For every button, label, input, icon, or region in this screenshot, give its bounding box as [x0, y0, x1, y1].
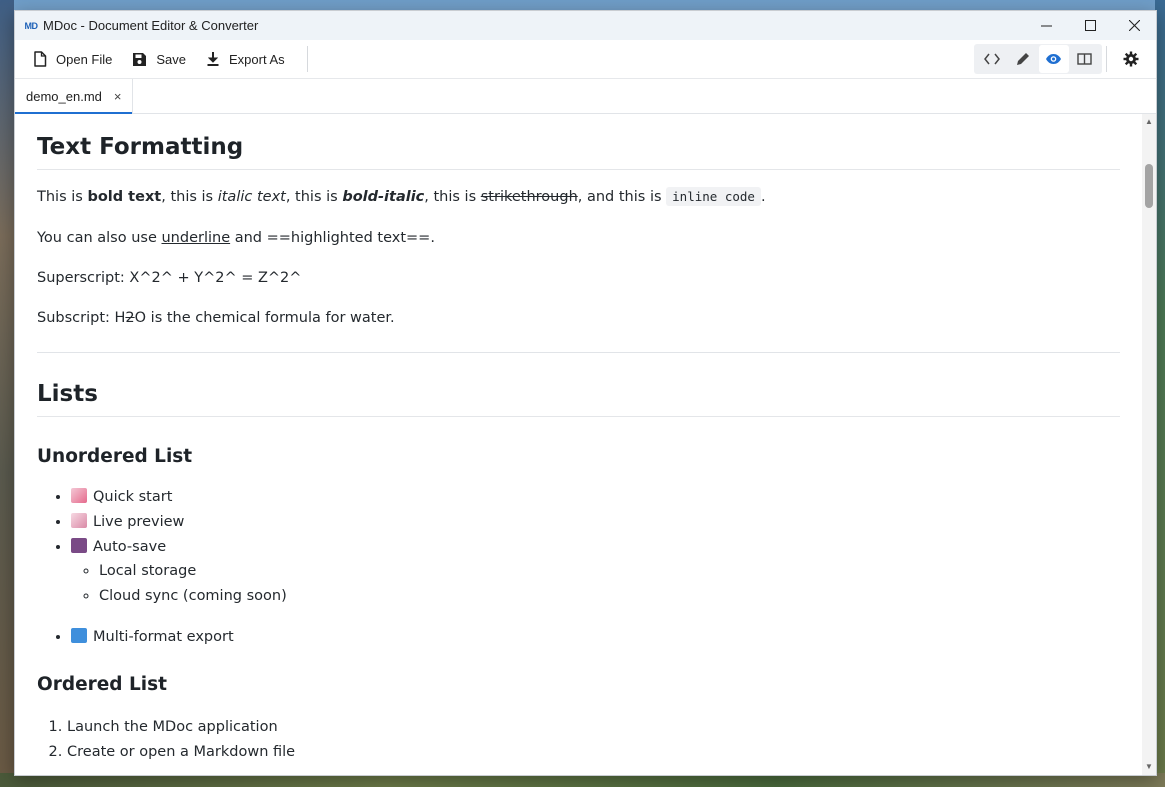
list-item: Multi-format export — [71, 625, 1120, 650]
bold-italic-text: bold-italic — [342, 189, 425, 205]
maximize-button[interactable] — [1068, 11, 1112, 40]
open-file-label: Open File — [56, 51, 113, 67]
view-mode-group — [974, 44, 1102, 74]
floppy-disk-icon — [71, 537, 87, 553]
arrows-cycle-icon — [71, 627, 87, 643]
text: , this is — [424, 189, 481, 205]
list-item-label: Auto-save — [93, 538, 167, 555]
nested-list: Local storage Cloud sync (coming soon) — [71, 559, 1120, 609]
paragraph-superscript: Superscript: X^2^ + Y^2^ = Z^2^ — [37, 270, 302, 286]
text: You can also use — [37, 230, 162, 246]
heading-ordered-list: Ordered List — [37, 673, 167, 695]
minimize-icon — [1040, 25, 1052, 27]
scroll-down-arrow-icon[interactable]: ▼ — [1145, 763, 1153, 771]
app-logo: MD — [24, 20, 39, 31]
list-item: Live preview — [71, 510, 1120, 535]
desktop-wallpaper-left — [0, 0, 14, 787]
tab-bar: demo_en.md × — [15, 79, 1156, 114]
tab-demo-en[interactable]: demo_en.md × — [15, 79, 133, 114]
toolbar-divider-right — [1106, 46, 1107, 72]
save-button[interactable]: Save — [122, 44, 196, 74]
source-view-button[interactable] — [977, 45, 1007, 73]
list-item: Auto-save Local storage Cloud sync (comi… — [71, 535, 1120, 609]
toolbar: Open File Save Export As — [15, 40, 1156, 79]
text: This is — [37, 189, 88, 205]
paragraph-formatting-examples: This is bold text, this is italic text, … — [37, 187, 1120, 207]
settings-button[interactable] — [1116, 44, 1146, 74]
list-item: Launch the MDoc application — [67, 715, 1120, 740]
unordered-list: Quick start Live preview Auto-save Local… — [37, 485, 1120, 650]
gear-icon — [1123, 51, 1139, 67]
italic-text: italic text — [217, 189, 286, 205]
list-item-label: Live preview — [93, 513, 185, 530]
save-icon — [133, 52, 147, 66]
export-as-label: Export As — [229, 51, 285, 67]
list-item: Cloud sync (coming soon) — [99, 584, 1120, 609]
toolbar-divider — [306, 46, 308, 72]
text: , this is — [285, 189, 343, 205]
list-item: Quick start — [71, 485, 1120, 510]
export-as-button[interactable]: Export As — [196, 44, 295, 74]
underline-text: underline — [161, 230, 231, 246]
window-controls — [1024, 11, 1156, 40]
title-bar: MD MDoc - Document Editor & Converter — [15, 11, 1156, 40]
list-item: Create or open a Markdown file — [67, 740, 1120, 765]
open-file-button[interactable]: Open File — [23, 44, 122, 74]
memo-icon — [71, 512, 87, 528]
code-icon — [983, 53, 1000, 65]
close-icon — [1128, 20, 1140, 31]
document-body: Text Formatting This is bold text, this … — [15, 114, 1142, 764]
heading-unordered-list: Unordered List — [37, 446, 193, 467]
text: O is the chemical formula for water. — [134, 310, 395, 326]
preview-view-button[interactable] — [1038, 45, 1069, 73]
text: , this is — [161, 189, 218, 205]
preview-pane[interactable]: Text Formatting This is bold text, this … — [15, 114, 1142, 775]
save-label: Save — [156, 51, 187, 67]
edit-view-button[interactable] — [1008, 45, 1038, 73]
bold-text: bold text — [87, 189, 162, 205]
split-view-icon — [1077, 53, 1092, 65]
strikethrough-text: strikethrough — [480, 189, 578, 205]
inline-code: inline code — [666, 187, 761, 206]
tab-close-icon[interactable]: × — [114, 89, 122, 104]
scroll-up-arrow-icon[interactable]: ▲ — [1145, 118, 1153, 126]
ordered-list: Launch the MDoc application Create or op… — [37, 715, 1120, 765]
minimize-button[interactable] — [1024, 11, 1068, 40]
app-window: MD MDoc - Document Editor & Converter Op… — [14, 10, 1157, 776]
eye-icon — [1046, 54, 1061, 64]
download-icon — [207, 52, 219, 66]
pencil-icon — [1016, 53, 1029, 65]
maximize-icon — [1084, 20, 1096, 31]
text: and ==highlighted text==. — [230, 230, 435, 246]
heading-text-formatting: Text Formatting — [37, 114, 1120, 170]
list-item-label: Multi-format export — [93, 628, 234, 645]
rocket-icon — [71, 488, 87, 503]
list-item: Local storage — [99, 559, 1120, 584]
text: , and this is — [577, 189, 667, 205]
strikethrough-text: 2 — [125, 310, 135, 326]
file-icon — [34, 51, 47, 67]
scroll-thumb[interactable] — [1145, 164, 1153, 208]
text: Subscript: H — [37, 310, 126, 326]
heading-lists: Lists — [37, 353, 1120, 417]
window-title: MDoc - Document Editor & Converter — [43, 18, 259, 33]
paragraph-subscript: Subscript: H2O is the chemical formula f… — [37, 308, 1120, 328]
text: . — [760, 189, 766, 205]
paragraph-underline: You can also use underline and ==highlig… — [37, 228, 1120, 248]
list-item-label: Quick start — [93, 489, 173, 505]
tab-label: demo_en.md — [26, 88, 102, 104]
close-window-button[interactable] — [1112, 11, 1156, 40]
split-view-button[interactable] — [1070, 45, 1100, 73]
vertical-scrollbar[interactable]: ▲ ▼ — [1142, 114, 1156, 775]
